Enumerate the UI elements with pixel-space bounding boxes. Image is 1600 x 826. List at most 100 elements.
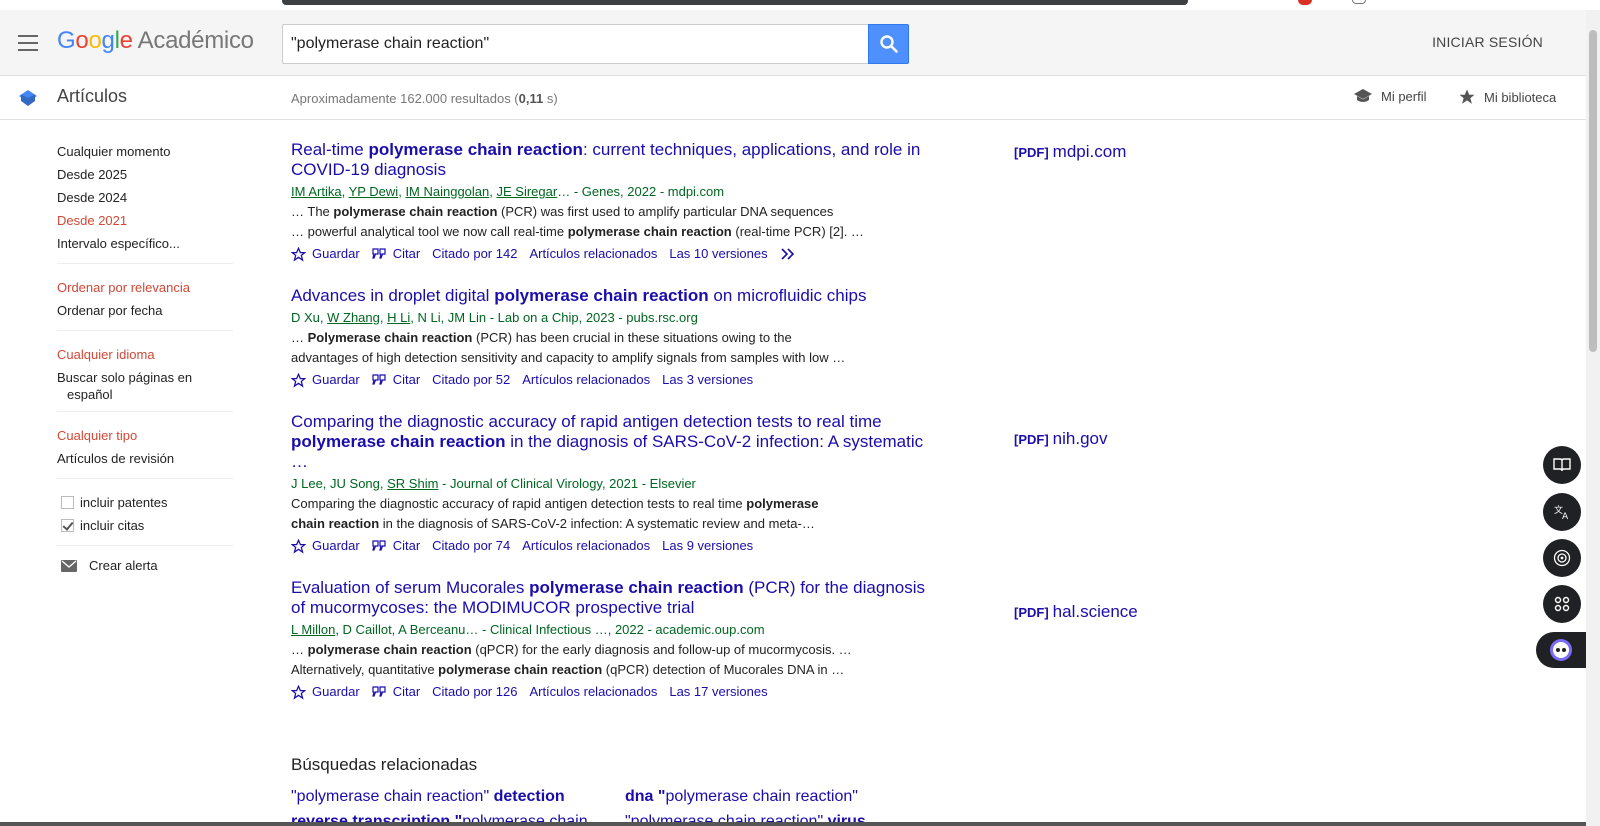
checkbox-checked	[61, 519, 74, 532]
result-snippet: … The polymerase chain reaction (PCR) wa…	[291, 204, 864, 239]
star-outline-icon	[291, 372, 306, 388]
save-button[interactable]: Guardar	[291, 535, 360, 557]
cite-button[interactable]: Citar	[371, 681, 420, 703]
podcast-icon	[1553, 549, 1571, 567]
cited-by-link[interactable]: Citado por 142	[432, 243, 517, 265]
envelope-icon	[61, 559, 77, 572]
pdf-link[interactable]: [PDF] mdpi.com	[1014, 142, 1126, 162]
author-link[interactable]: L Millon	[291, 622, 335, 637]
checkbox-unchecked	[61, 496, 74, 509]
filter-any-time[interactable]: Cualquier momento	[57, 140, 233, 163]
browser-indicator-red	[1298, 0, 1312, 5]
star-outline-icon	[291, 246, 306, 262]
search-input[interactable]: "polymerase chain reaction"	[282, 24, 868, 64]
filter-any-type[interactable]: Cualquier tipo	[57, 424, 233, 447]
versions-link[interactable]: Las 17 versiones	[669, 681, 767, 703]
hamburger-menu-icon[interactable]	[18, 35, 38, 51]
related-search-link[interactable]: "polymerase chain reaction" detection	[291, 788, 565, 806]
graduation-cap-icon	[1354, 89, 1372, 102]
save-button[interactable]: Guardar	[291, 681, 360, 703]
result-title-link[interactable]: Real-time polymerase chain reaction: cur…	[291, 140, 931, 180]
related-articles-link[interactable]: Artículos relacionados	[529, 681, 657, 703]
window-bottom-edge	[0, 822, 1586, 826]
filter-since-2024[interactable]: Desde 2024	[57, 186, 233, 209]
filter-any-language[interactable]: Cualquier idioma	[57, 343, 233, 366]
search-button[interactable]	[868, 24, 909, 64]
result-item: Real-time polymerase chain reaction: cur…	[291, 140, 931, 265]
result-item: Advances in droplet digital polymerase c…	[291, 286, 931, 391]
command-icon	[1554, 596, 1570, 612]
pdf-link[interactable]: [PDF] nih.gov	[1014, 429, 1108, 449]
my-profile-link[interactable]: Mi perfil	[1353, 88, 1427, 104]
related-articles-link[interactable]: Artículos relacionados	[522, 369, 650, 391]
filter-review-articles[interactable]: Artículos de revisión	[57, 447, 233, 470]
scrollbar-thumb[interactable]	[1589, 30, 1597, 352]
extension-translate-button[interactable]: 文A	[1543, 493, 1581, 531]
scrollbar[interactable]	[1586, 10, 1600, 826]
result-actions: Guardar Citar Citado por 74 Artículos re…	[291, 535, 931, 557]
author-link[interactable]: SR Shim	[387, 476, 438, 491]
signin-button[interactable]: INICIAR SESIÓN	[1432, 34, 1543, 50]
google-scholar-logo[interactable]: Google Académico	[57, 27, 254, 55]
create-alert-button[interactable]: Crear alerta	[61, 558, 233, 573]
filter-since-2025[interactable]: Desde 2025	[57, 163, 233, 186]
star-icon	[1459, 89, 1475, 104]
subheader: Artículos Aproximadamente 162.000 result…	[0, 77, 1586, 120]
author-link[interactable]: JE Siregar	[497, 184, 558, 199]
cited-by-link[interactable]: Citado por 52	[432, 369, 510, 391]
result-count: Aproximadamente 162.000 resultados (0,11…	[291, 91, 558, 106]
author-link[interactable]: H Li	[387, 310, 410, 325]
include-group: incluir patentes incluir citas	[57, 491, 233, 546]
result-item: Evaluation of serum Mucorales polymerase…	[291, 578, 931, 703]
quote-icon	[371, 374, 386, 385]
cited-by-link[interactable]: Citado por 126	[432, 681, 517, 703]
filter-spanish-only[interactable]: Buscar solo páginas en español	[57, 369, 233, 403]
author-link[interactable]: YP Dewi	[349, 184, 399, 199]
translate-icon: 文A	[1554, 504, 1569, 521]
page-title: Artículos	[57, 86, 128, 106]
filter-custom-range[interactable]: Intervalo específico...	[57, 232, 233, 255]
include-citations-checkbox[interactable]: incluir citas	[61, 514, 233, 537]
more-chevron-icon[interactable]	[780, 248, 796, 260]
svg-text:A: A	[1562, 512, 1569, 521]
sort-by-relevance[interactable]: Ordenar por relevancia	[57, 276, 233, 299]
related-articles-link[interactable]: Artículos relacionados	[529, 243, 657, 265]
author-link[interactable]: W Zhang	[327, 310, 380, 325]
cite-button[interactable]: Citar	[371, 535, 420, 557]
result-snippet: … Polymerase chain reaction (PCR) has be…	[291, 330, 846, 365]
result-meta: IM Artika, YP Dewi, IM Nainggolan, JE Si…	[291, 184, 725, 199]
browser-indicator	[1352, 0, 1366, 4]
scholar-cap-icon	[19, 90, 37, 106]
extension-assistant-button[interactable]	[1536, 632, 1586, 668]
versions-link[interactable]: Las 9 versiones	[662, 535, 753, 557]
cited-by-link[interactable]: Citado por 74	[432, 535, 510, 557]
extension-book-button[interactable]	[1543, 446, 1581, 484]
browser-tab-bar	[282, 0, 1188, 5]
result-title-link[interactable]: Advances in droplet digital polymerase c…	[291, 286, 931, 306]
author-link[interactable]: IM Artika	[291, 184, 342, 199]
related-articles-link[interactable]: Artículos relacionados	[522, 535, 650, 557]
sort-by-date[interactable]: Ordenar por fecha	[57, 299, 233, 322]
versions-link[interactable]: Las 3 versiones	[662, 369, 753, 391]
extension-podcast-button[interactable]	[1543, 539, 1581, 577]
extension-apps-button[interactable]	[1543, 585, 1581, 623]
result-title-link[interactable]: Comparing the diagnostic accuracy of rap…	[291, 412, 931, 472]
cite-button[interactable]: Citar	[371, 243, 420, 265]
header: Google Académico "polymerase chain reacti…	[0, 10, 1586, 76]
pdf-link[interactable]: [PDF] hal.science	[1014, 602, 1138, 622]
book-icon	[1553, 458, 1571, 472]
versions-link[interactable]: Las 10 versiones	[669, 243, 767, 265]
filter-since-2021[interactable]: Desde 2021	[57, 209, 233, 232]
save-button[interactable]: Guardar	[291, 243, 360, 265]
star-outline-icon	[291, 538, 306, 554]
star-outline-icon	[291, 684, 306, 700]
related-search-link[interactable]: dna "polymerase chain reaction"	[625, 788, 858, 806]
result-snippet: … polymerase chain reaction (qPCR) for t…	[291, 642, 852, 677]
result-actions: Guardar Citar Citado por 52 Artículos re…	[291, 369, 931, 391]
author-link[interactable]: IM Nainggolan	[405, 184, 489, 199]
result-title-link[interactable]: Evaluation of serum Mucorales polymerase…	[291, 578, 931, 618]
include-patents-checkbox[interactable]: incluir patentes	[61, 491, 233, 514]
cite-button[interactable]: Citar	[371, 369, 420, 391]
my-library-link[interactable]: Mi biblioteca	[1458, 88, 1556, 106]
save-button[interactable]: Guardar	[291, 369, 360, 391]
